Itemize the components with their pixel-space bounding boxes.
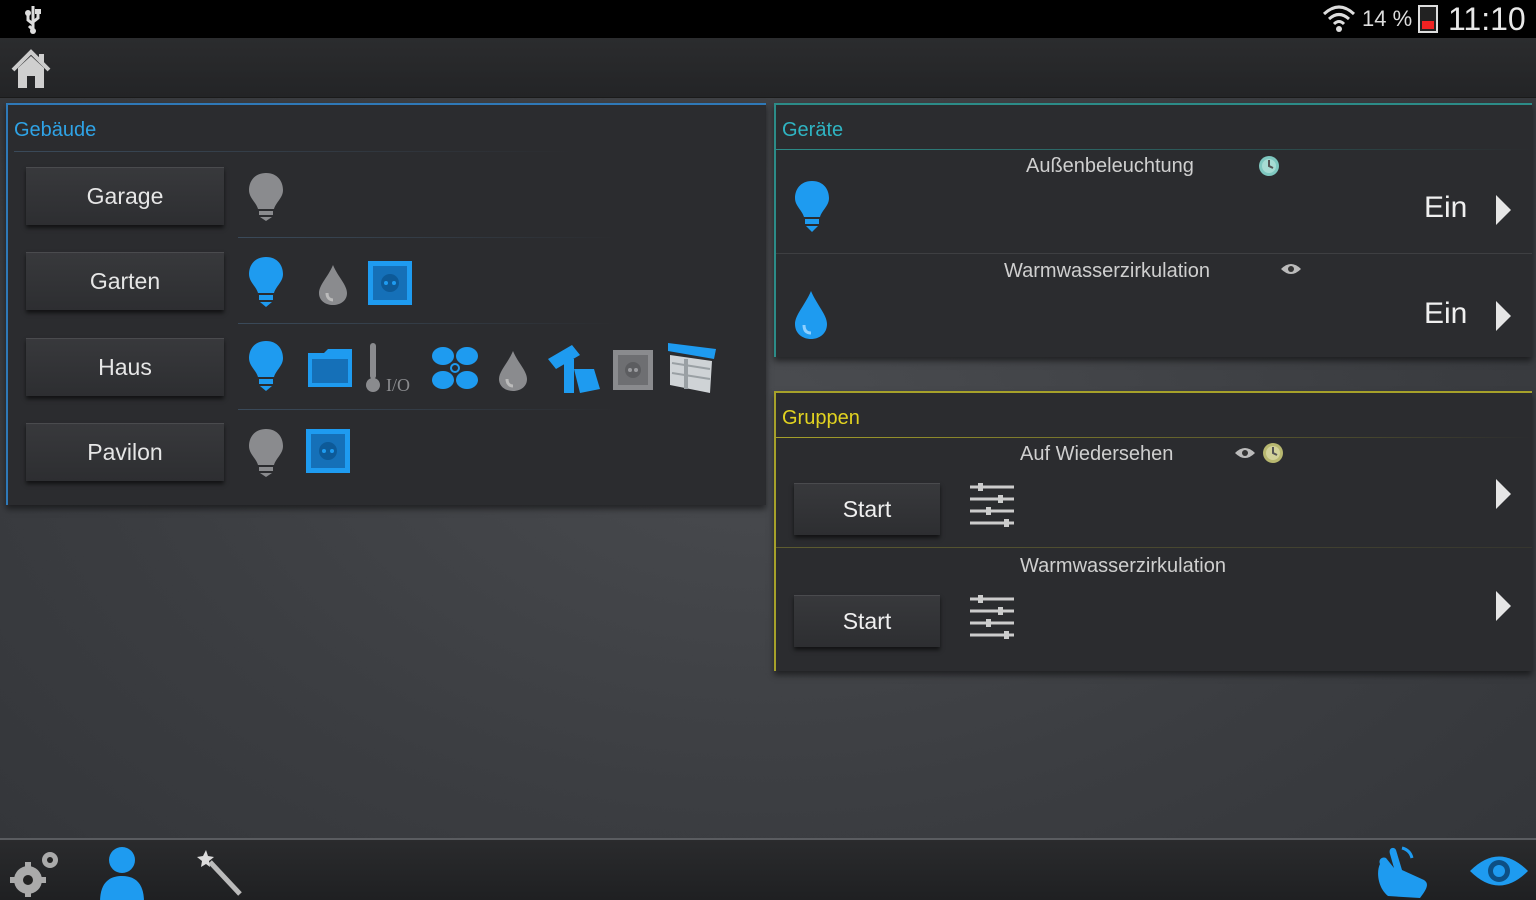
divider xyxy=(238,409,618,410)
chevron-right-icon[interactable] xyxy=(1496,591,1511,621)
socket-on-icon[interactable] xyxy=(366,259,414,312)
water-drop-on-icon xyxy=(792,289,830,346)
start-button[interactable]: Start xyxy=(794,483,940,535)
divider xyxy=(238,237,618,238)
devices-panel: Geräte Außenbeleuchtung Ein Warmwasserzi… xyxy=(774,103,1532,357)
hand-icon[interactable] xyxy=(1372,844,1432,900)
tap-icon[interactable] xyxy=(544,341,604,402)
socket-off-icon[interactable] xyxy=(612,349,654,396)
bulb-off-icon[interactable] xyxy=(246,427,286,484)
water-drop-off-icon[interactable] xyxy=(316,263,350,312)
divider xyxy=(776,547,1532,548)
divider xyxy=(776,149,1532,150)
user-icon[interactable] xyxy=(96,844,148,900)
groups-title: Gruppen xyxy=(782,407,860,429)
status-bar: 14 % 11:10 xyxy=(0,0,1536,38)
water-drop-off-icon[interactable] xyxy=(496,349,530,398)
shutter-icon[interactable] xyxy=(664,339,720,402)
bulb-on-icon[interactable] xyxy=(246,339,286,400)
eye-icon xyxy=(1234,445,1256,466)
thermometer-label: I/O xyxy=(386,375,410,395)
group-name: Auf Wiedersehen xyxy=(1020,443,1174,465)
thermometer-icon[interactable]: I/O xyxy=(362,341,420,400)
device-state: Ein xyxy=(1424,297,1468,330)
eye-icon[interactable] xyxy=(1468,850,1530,897)
battery-icon xyxy=(1418,5,1438,33)
divider xyxy=(776,253,1532,254)
bulb-on-icon xyxy=(792,179,832,242)
sliders-icon[interactable] xyxy=(968,593,1016,646)
group-name: Warmwasserzirkulation xyxy=(1020,555,1226,577)
building-garten-button[interactable]: Garten xyxy=(26,252,224,310)
blind-icon[interactable] xyxy=(304,345,356,396)
bottom-bar xyxy=(0,838,1536,900)
building-haus-button[interactable]: Haus xyxy=(26,338,224,396)
divider xyxy=(14,151,574,152)
building-pavilon-button[interactable]: Pavilon xyxy=(26,423,224,481)
groups-panel: Gruppen Auf Wiedersehen Start Warmwasser… xyxy=(774,391,1532,671)
buildings-panel: Gebäude Garage Garten Haus I/O Pavilon xyxy=(6,103,766,505)
clock-icon xyxy=(1262,442,1284,469)
action-bar xyxy=(0,38,1536,98)
chevron-right-icon[interactable] xyxy=(1496,479,1511,509)
sliders-icon[interactable] xyxy=(968,481,1016,534)
device-name: Warmwasserzirkulation xyxy=(1004,260,1210,282)
clock-icon xyxy=(1258,155,1280,182)
wifi-icon xyxy=(1322,4,1356,39)
buildings-title: Gebäude xyxy=(14,119,97,141)
device-name: Außenbeleuchtung xyxy=(1026,155,1194,177)
start-button[interactable]: Start xyxy=(794,595,940,647)
chevron-right-icon[interactable] xyxy=(1496,301,1511,331)
battery-percent: 14 % xyxy=(1362,6,1413,31)
socket-on-icon[interactable] xyxy=(304,427,352,480)
building-garage-button[interactable]: Garage xyxy=(26,167,224,225)
divider xyxy=(238,323,618,324)
eye-icon xyxy=(1280,261,1302,282)
settings-icon[interactable] xyxy=(8,848,62,900)
devices-title: Geräte xyxy=(782,119,844,141)
home-icon[interactable] xyxy=(10,48,52,95)
divider xyxy=(776,437,1532,438)
usb-icon xyxy=(20,4,46,39)
magic-wand-icon[interactable] xyxy=(196,848,244,900)
chevron-right-icon[interactable] xyxy=(1496,195,1511,225)
fan-icon[interactable] xyxy=(428,341,482,400)
clock-time: 11:10 xyxy=(1448,1,1526,37)
device-state: Ein xyxy=(1424,191,1468,224)
bulb-on-icon[interactable] xyxy=(246,255,286,316)
bulb-off-icon[interactable] xyxy=(246,171,286,228)
